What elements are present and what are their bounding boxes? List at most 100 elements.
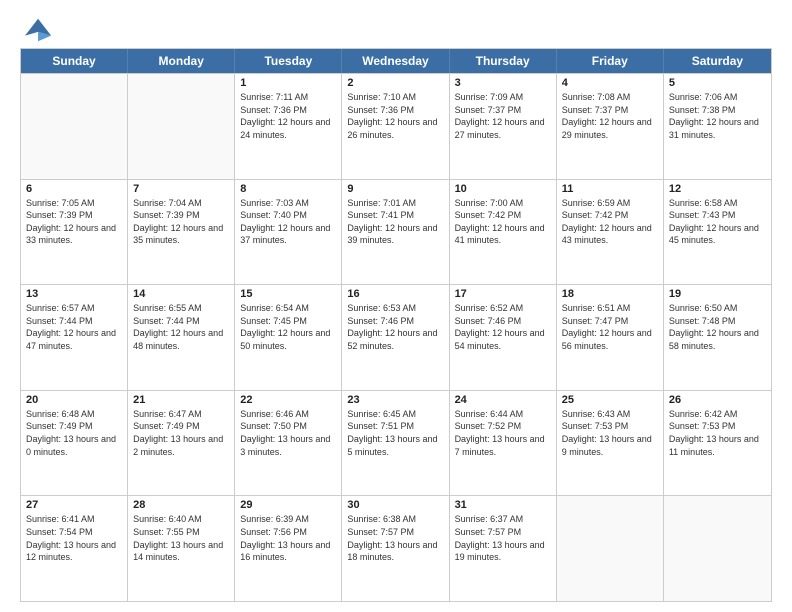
day-number: 17 — [455, 288, 551, 300]
day-number: 5 — [669, 77, 766, 89]
logo-icon — [25, 16, 53, 44]
day-number: 23 — [347, 394, 443, 406]
day-info: Sunrise: 6:42 AM Sunset: 7:53 PM Dayligh… — [669, 408, 766, 458]
day-cell-15: 15Sunrise: 6:54 AM Sunset: 7:45 PM Dayli… — [235, 285, 342, 390]
day-info: Sunrise: 7:05 AM Sunset: 7:39 PM Dayligh… — [26, 197, 122, 247]
header-day-wednesday: Wednesday — [342, 49, 449, 73]
header-day-sunday: Sunday — [21, 49, 128, 73]
day-info: Sunrise: 7:08 AM Sunset: 7:37 PM Dayligh… — [562, 91, 658, 141]
day-cell-3: 3 Sunrise: 7:09 AM Sunset: 7:37 PM Daylig… — [450, 74, 557, 179]
day-cell-19: 19 Sunrise: 6:50 AM Sunset: 7:48 PM Dayli… — [664, 285, 771, 390]
day-cell-31: 31 Sunrise: 6:37 AM Sunset: 7:57 PM Dayli… — [450, 496, 557, 601]
day-info: Sunrise: 6:44 AM Sunset: 7:52 PM Dayligh… — [455, 408, 551, 458]
week-row-3: 13 Sunrise: 6:57 AM Sunset: 7:44 PM Dayli… — [21, 284, 771, 390]
day-cell-7: 7 Sunrise: 7:04 AM Sunset: 7:39 PM Daylig… — [128, 180, 235, 285]
day-info: Sunrise: 7:03 AM Sunset: 7:40 PM Dayligh… — [240, 197, 336, 247]
day-cell-4: 4 Sunrise: 7:08 AM Sunset: 7:37 PM Daylig… — [557, 74, 664, 179]
day-number: 22 — [240, 394, 336, 406]
day-info: Sunrise: 7:04 AM Sunset: 7:39 PM Dayligh… — [133, 197, 229, 247]
calendar-body: 1 Sunrise: 7:11 AM Sunset: 7:36 PM Daylig… — [21, 73, 771, 601]
day-number: 1 — [240, 77, 336, 89]
day-number: 11 — [562, 183, 658, 195]
day-info: Sunrise: 6:48 AM Sunset: 7:49 PM Dayligh… — [26, 408, 122, 458]
day-number: 9 — [347, 183, 443, 195]
day-number: 21 — [133, 394, 229, 406]
day-number: 18 — [562, 288, 658, 300]
day-number: 20 — [26, 394, 122, 406]
day-number: 12 — [669, 183, 766, 195]
day-number: 26 — [669, 394, 766, 406]
day-number: 3 — [455, 77, 551, 89]
day-number: 8 — [240, 183, 336, 195]
empty-cell — [128, 74, 235, 179]
day-number: 30 — [347, 499, 443, 511]
day-cell-12: 12 Sunrise: 6:58 AM Sunset: 7:43 PM Dayli… — [664, 180, 771, 285]
day-number: 31 — [455, 499, 551, 511]
day-info: Sunrise: 7:10 AM Sunset: 7:36 PM Dayligh… — [347, 91, 443, 141]
day-info: Sunrise: 6:37 AM Sunset: 7:57 PM Dayligh… — [455, 513, 551, 563]
day-info: Sunrise: 6:43 AM Sunset: 7:53 PM Dayligh… — [562, 408, 658, 458]
day-info: Sunrise: 6:40 AM Sunset: 7:55 PM Dayligh… — [133, 513, 229, 563]
day-number: 7 — [133, 183, 229, 195]
day-cell-22: 22Sunrise: 6:46 AM Sunset: 7:50 PM Dayli… — [235, 391, 342, 496]
day-info: Sunrise: 6:50 AM Sunset: 7:48 PM Dayligh… — [669, 302, 766, 352]
day-number: 24 — [455, 394, 551, 406]
day-number: 15 — [240, 288, 336, 300]
day-info: Sunrise: 6:55 AM Sunset: 7:44 PM Dayligh… — [133, 302, 229, 352]
week-row-5: 27 Sunrise: 6:41 AM Sunset: 7:54 PM Dayli… — [21, 495, 771, 601]
day-cell-21: 21 Sunrise: 6:47 AM Sunset: 7:49 PM Dayli… — [128, 391, 235, 496]
week-row-1: 1 Sunrise: 7:11 AM Sunset: 7:36 PM Daylig… — [21, 73, 771, 179]
day-number: 28 — [133, 499, 229, 511]
day-info: Sunrise: 6:57 AM Sunset: 7:44 PM Dayligh… — [26, 302, 122, 352]
empty-cell — [21, 74, 128, 179]
day-info: Sunrise: 6:45 AM Sunset: 7:51 PM Dayligh… — [347, 408, 443, 458]
header-day-tuesday: Tuesday — [235, 49, 342, 73]
header-day-friday: Friday — [557, 49, 664, 73]
day-number: 29 — [240, 499, 336, 511]
day-number: 27 — [26, 499, 122, 511]
day-cell-1: 1 Sunrise: 7:11 AM Sunset: 7:36 PM Daylig… — [235, 74, 342, 179]
day-cell-24: 24 Sunrise: 6:44 AM Sunset: 7:52 PM Dayli… — [450, 391, 557, 496]
day-info: Sunrise: 6:47 AM Sunset: 7:49 PM Dayligh… — [133, 408, 229, 458]
header-day-thursday: Thursday — [450, 49, 557, 73]
day-info: Sunrise: 7:11 AM Sunset: 7:36 PM Dayligh… — [240, 91, 336, 141]
day-number: 6 — [26, 183, 122, 195]
day-number: 13 — [26, 288, 122, 300]
empty-cell — [664, 496, 771, 601]
day-cell-23: 23 Sunrise: 6:45 AM Sunset: 7:51 PM Dayli… — [342, 391, 449, 496]
day-number: 16 — [347, 288, 443, 300]
day-cell-11: 11 Sunrise: 6:59 AM Sunset: 7:42 PM Dayli… — [557, 180, 664, 285]
day-cell-6: 6 Sunrise: 7:05 AM Sunset: 7:39 PM Daylig… — [21, 180, 128, 285]
page: SundayMondayTuesdayWednesdayThursdayFrid… — [0, 0, 792, 612]
header-day-monday: Monday — [128, 49, 235, 73]
day-cell-28: 28 Sunrise: 6:40 AM Sunset: 7:55 PM Dayli… — [128, 496, 235, 601]
day-info: Sunrise: 6:52 AM Sunset: 7:46 PM Dayligh… — [455, 302, 551, 352]
day-cell-20: 20 Sunrise: 6:48 AM Sunset: 7:49 PM Dayli… — [21, 391, 128, 496]
day-cell-16: 16 Sunrise: 6:53 AM Sunset: 7:46 PM Dayli… — [342, 285, 449, 390]
day-cell-8: 8 Sunrise: 7:03 AM Sunset: 7:40 PM Daylig… — [235, 180, 342, 285]
day-cell-18: 18 Sunrise: 6:51 AM Sunset: 7:47 PM Dayli… — [557, 285, 664, 390]
day-info: Sunrise: 7:06 AM Sunset: 7:38 PM Dayligh… — [669, 91, 766, 141]
day-cell-9: 9 Sunrise: 7:01 AM Sunset: 7:41 PM Daylig… — [342, 180, 449, 285]
day-number: 2 — [347, 77, 443, 89]
day-number: 10 — [455, 183, 551, 195]
day-cell-17: 17 Sunrise: 6:52 AM Sunset: 7:46 PM Dayli… — [450, 285, 557, 390]
day-info: Sunrise: 6:51 AM Sunset: 7:47 PM Dayligh… — [562, 302, 658, 352]
day-cell-5: 5 Sunrise: 7:06 AM Sunset: 7:38 PM Daylig… — [664, 74, 771, 179]
day-number: 19 — [669, 288, 766, 300]
day-number: 25 — [562, 394, 658, 406]
day-cell-27: 27 Sunrise: 6:41 AM Sunset: 7:54 PM Dayli… — [21, 496, 128, 601]
calendar-header: SundayMondayTuesdayWednesdayThursdayFrid… — [21, 49, 771, 73]
day-cell-2: 2 Sunrise: 7:10 AM Sunset: 7:36 PM Daylig… — [342, 74, 449, 179]
day-info: Sunrise: 6:59 AM Sunset: 7:42 PM Dayligh… — [562, 197, 658, 247]
day-info: Sunrise: 6:41 AM Sunset: 7:54 PM Dayligh… — [26, 513, 122, 563]
day-info: Sunrise: 7:09 AM Sunset: 7:37 PM Dayligh… — [455, 91, 551, 141]
day-info: Sunrise: 7:01 AM Sunset: 7:41 PM Dayligh… — [347, 197, 443, 247]
header-day-saturday: Saturday — [664, 49, 771, 73]
day-info: Sunrise: 6:58 AM Sunset: 7:43 PM Dayligh… — [669, 197, 766, 247]
day-cell-30: 30Sunrise: 6:38 AM Sunset: 7:57 PM Dayli… — [342, 496, 449, 601]
day-number: 4 — [562, 77, 658, 89]
day-info: Sunrise: 6:53 AM Sunset: 7:46 PM Dayligh… — [347, 302, 443, 352]
day-cell-29: 29Sunrise: 6:39 AM Sunset: 7:56 PM Dayli… — [235, 496, 342, 601]
day-cell-25: 25 Sunrise: 6:43 AM Sunset: 7:53 PM Dayli… — [557, 391, 664, 496]
